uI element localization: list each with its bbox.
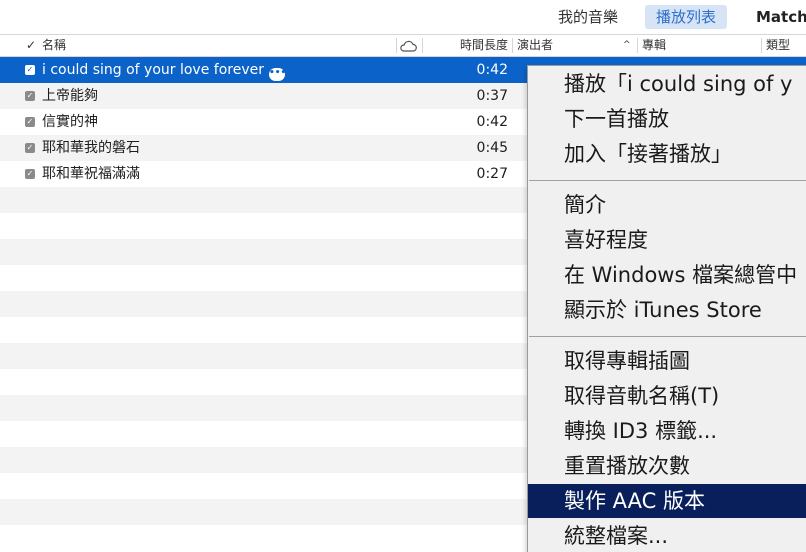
menu-item-consolidate-files[interactable]: 統整檔案... [528, 519, 806, 552]
menu-item-show-in-itunes-store[interactable]: 顯示於 iTunes Store [528, 293, 806, 327]
menu-item-get-track-names[interactable]: 取得音軌名稱(T) [528, 379, 806, 413]
checkbox-icon[interactable]: ✓ [25, 143, 35, 153]
context-menu: 播放「i could sing of y 下一首播放 加入「接著播放」 簡介 喜… [527, 65, 806, 552]
track-name: 耶和華祝福滿滿 [42, 166, 140, 182]
sort-ascending-icon: ^ [623, 40, 631, 50]
column-name[interactable]: 名稱 [42, 35, 66, 56]
menu-separator [529, 180, 806, 181]
nav-my-music[interactable]: 我的音樂 [558, 5, 618, 29]
track-time: 0:45 [476, 140, 508, 156]
menu-separator [529, 336, 806, 337]
checkbox-icon[interactable]: ✓ [25, 65, 35, 75]
nav-playlists[interactable]: 播放列表 [645, 5, 728, 29]
column-album[interactable]: 專輯 [642, 35, 666, 56]
cloud-icon [400, 40, 417, 52]
column-genre[interactable]: 類型 [766, 35, 790, 56]
column-divider[interactable] [422, 38, 423, 53]
menu-item-info[interactable]: 簡介 [528, 188, 806, 222]
checkbox-icon[interactable]: ✓ [25, 91, 35, 101]
column-cloud-status[interactable] [399, 35, 419, 56]
track-time: 0:42 [476, 62, 508, 78]
track-time: 0:42 [476, 114, 508, 130]
track-time: 0:27 [476, 166, 508, 182]
column-artist[interactable]: 演出者 [517, 35, 553, 56]
track-name: 上帝能夠 [42, 88, 98, 104]
track-name: 耶和華我的磐石 [42, 140, 140, 156]
track-time: 0:37 [476, 88, 508, 104]
more-options-icon[interactable]: ••• [268, 68, 286, 81]
column-divider[interactable] [637, 38, 638, 53]
column-divider[interactable] [761, 38, 762, 53]
nav-match[interactable]: Match [756, 5, 806, 29]
menu-item-reset-plays[interactable]: 重置播放次數 [528, 449, 806, 483]
column-time[interactable]: 時間長度 [428, 35, 508, 56]
track-name: i could sing of your love forever ••• [42, 57, 286, 83]
column-header: ✓ 名稱 時間長度 演出者 ^ 專輯 類型 [0, 34, 806, 57]
menu-item-add-up-next[interactable]: 加入「接著播放」 [528, 137, 806, 171]
top-navigation: 我的音樂 播放列表 Match [0, 0, 806, 34]
menu-item-get-album-artwork[interactable]: 取得專輯插圖 [528, 344, 806, 378]
column-divider[interactable] [512, 38, 513, 53]
menu-item-show-in-explorer[interactable]: 在 Windows 檔案總管中 [528, 258, 806, 292]
column-check[interactable]: ✓ [26, 35, 36, 56]
checkbox-icon[interactable]: ✓ [25, 117, 35, 127]
menu-item-play-next[interactable]: 下一首播放 [528, 102, 806, 136]
menu-item-play[interactable]: 播放「i could sing of y [528, 67, 806, 101]
checkbox-icon[interactable]: ✓ [25, 169, 35, 179]
menu-item-create-aac-version[interactable]: 製作 AAC 版本 [528, 484, 806, 518]
menu-item-rating[interactable]: 喜好程度 [528, 223, 806, 257]
menu-item-convert-id3-tags[interactable]: 轉換 ID3 標籤... [528, 414, 806, 448]
track-name: 信實的神 [42, 114, 98, 130]
column-divider[interactable] [396, 38, 397, 53]
